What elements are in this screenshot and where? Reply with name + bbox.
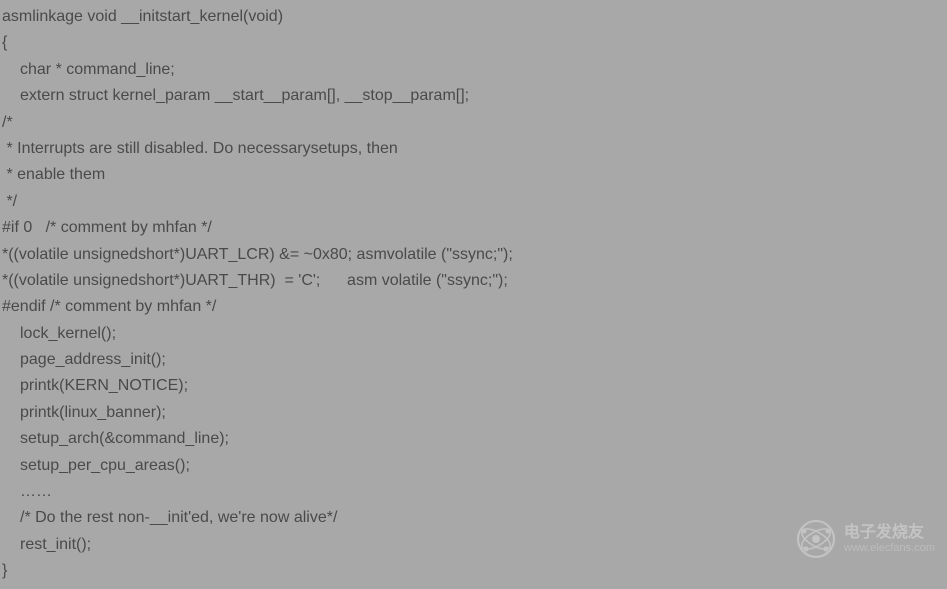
code-line: *((volatile unsignedshort*)UART_THR) = '… — [2, 268, 945, 294]
watermark: 电子发烧友 www.elecfans.com — [796, 519, 935, 559]
code-line: setup_arch(&command_line); — [2, 426, 945, 452]
code-line: lock_kernel(); — [2, 321, 945, 347]
code-line: printk(linux_banner); — [2, 400, 945, 426]
code-line: …… — [2, 479, 945, 505]
logo-icon — [796, 519, 836, 559]
code-line: asmlinkage void __initstart_kernel(void) — [2, 4, 945, 30]
code-line: * enable them — [2, 162, 945, 188]
watermark-url: www.elecfans.com — [844, 542, 935, 554]
code-line: } — [2, 558, 945, 584]
code-line: *((volatile unsignedshort*)UART_LCR) &= … — [2, 242, 945, 268]
code-line: { — [2, 30, 945, 56]
code-line: #endif /* comment by mhfan */ — [2, 294, 945, 320]
watermark-text: 电子发烧友 www.elecfans.com — [844, 524, 935, 554]
code-line: /* — [2, 110, 945, 136]
code-line: char * command_line; — [2, 57, 945, 83]
code-line: extern struct kernel_param __start__para… — [2, 83, 945, 109]
code-line: setup_per_cpu_areas(); — [2, 453, 945, 479]
code-line: page_address_init(); — [2, 347, 945, 373]
code-block: asmlinkage void __initstart_kernel(void)… — [0, 0, 947, 589]
code-line: printk(KERN_NOTICE); — [2, 373, 945, 399]
code-line: #if 0 /* comment by mhfan */ — [2, 215, 945, 241]
code-line: */ — [2, 189, 945, 215]
code-line: * Interrupts are still disabled. Do nece… — [2, 136, 945, 162]
watermark-title: 电子发烧友 — [844, 524, 935, 542]
